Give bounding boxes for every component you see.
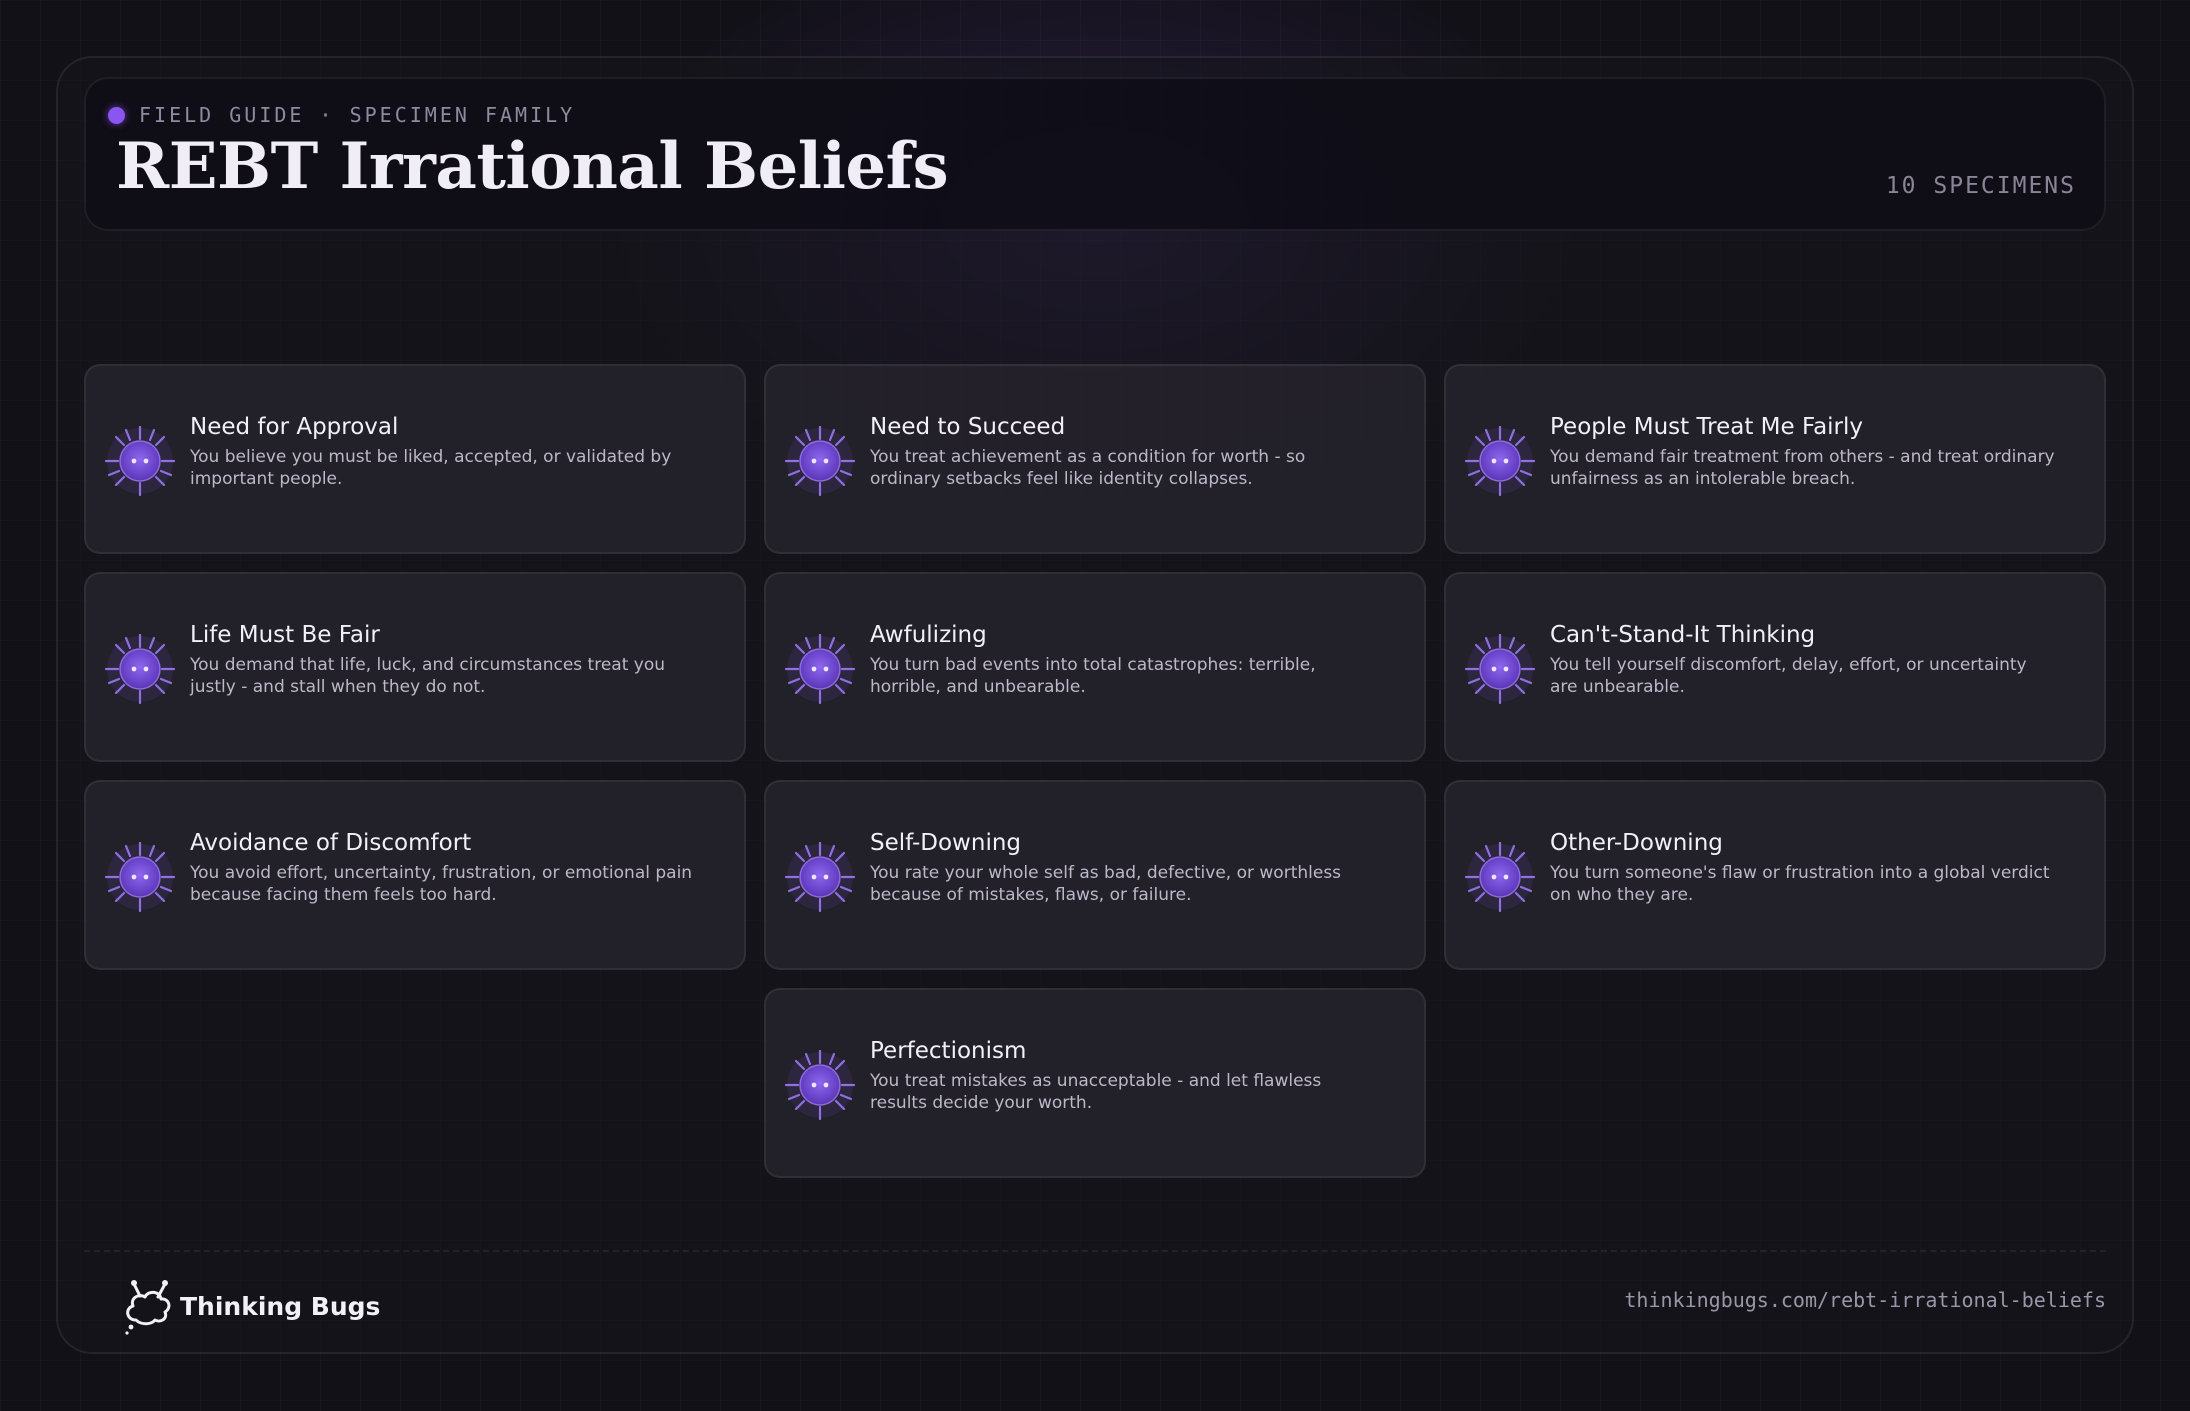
eyebrow-label: FIELD GUIDE · SPECIMEN FAMILY xyxy=(139,103,576,127)
bug-icon xyxy=(784,425,856,497)
card-description: You turn someone's flaw or frustration i… xyxy=(1550,863,2050,905)
card-self-downing[interactable]: Self-Downing You rate your whole self as… xyxy=(764,780,1426,970)
card-life-must-be-fair[interactable]: Life Must Be Fair You demand that life, … xyxy=(84,572,746,762)
eyebrow: FIELD GUIDE · SPECIMEN FAMILY xyxy=(108,103,575,127)
bug-icon xyxy=(1464,633,1536,705)
card-title: People Must Treat Me Fairly xyxy=(1550,414,1864,440)
card-awfulizing[interactable]: Awfulizing You turn bad events into tota… xyxy=(764,572,1426,762)
card-people-must-treat-me-fairly[interactable]: People Must Treat Me Fairly You demand f… xyxy=(1444,364,2106,554)
card-title: Need for Approval xyxy=(190,414,399,440)
footer-divider xyxy=(84,1250,2106,1252)
card-title: Other-Downing xyxy=(1550,830,1723,856)
bug-icon xyxy=(784,1049,856,1121)
card-description: You demand fair treatment from others - … xyxy=(1550,447,2055,489)
brand-name: Thinking Bugs xyxy=(180,1291,381,1321)
thinking-bugs-logo-icon xyxy=(125,1280,171,1335)
card-title: Life Must Be Fair xyxy=(190,622,380,648)
footer-url[interactable]: thinkingbugs.com/rebt-irrational-beliefs xyxy=(1624,1288,2106,1312)
card-description: You turn bad events into total catastrop… xyxy=(870,655,1316,697)
card-title: Need to Succeed xyxy=(870,414,1066,440)
card-title: Avoidance of Discomfort xyxy=(190,830,472,856)
brand[interactable]: Thinking Bugs xyxy=(120,1274,380,1338)
accent-dot-icon xyxy=(108,106,125,124)
card-description: You rate your whole self as bad, defecti… xyxy=(870,863,1342,905)
bug-icon xyxy=(784,841,856,913)
card-description: You tell yourself discomfort, delay, eff… xyxy=(1550,655,2027,697)
bug-icon xyxy=(104,425,176,497)
bug-icon xyxy=(1464,841,1536,913)
card-cant-stand-it-thinking[interactable]: Can't-Stand-It Thinking You tell yoursel… xyxy=(1444,572,2106,762)
card-other-downing[interactable]: Other-Downing You turn someone's flaw or… xyxy=(1444,780,2106,970)
bug-icon xyxy=(784,633,856,705)
card-title: Self-Downing xyxy=(870,830,1022,856)
card-description: You treat achievement as a condition for… xyxy=(870,447,1306,489)
card-title: Awfulizing xyxy=(870,622,987,648)
card-title: Perfectionism xyxy=(870,1038,1027,1064)
card-description: You avoid effort, uncertainty, frustrati… xyxy=(190,863,693,905)
card-title: Can't-Stand-It Thinking xyxy=(1550,622,1816,648)
bug-icon xyxy=(104,841,176,913)
bug-icon xyxy=(104,633,176,705)
card-description: You demand that life, luck, and circumst… xyxy=(190,655,666,697)
card-description: You treat mistakes as unacceptable - and… xyxy=(870,1071,1322,1113)
card-description: You believe you must be liked, accepted,… xyxy=(190,447,672,489)
bug-icon xyxy=(1464,425,1536,497)
page-title: REBT Irrational Beliefs xyxy=(116,129,949,204)
card-need-to-succeed[interactable]: Need to Succeed You treat achievement as… xyxy=(764,364,1426,554)
header-panel: FIELD GUIDE · SPECIMEN FAMILY REBT Irrat… xyxy=(84,77,2106,231)
card-avoidance-of-discomfort[interactable]: Avoidance of Discomfort You avoid effort… xyxy=(84,780,746,970)
card-need-for-approval[interactable]: Need for Approval You believe you must b… xyxy=(84,364,746,554)
specimen-count: 10 SPECIMENS xyxy=(1885,173,2076,199)
card-perfectionism[interactable]: Perfectionism You treat mistakes as unac… xyxy=(764,988,1426,1178)
